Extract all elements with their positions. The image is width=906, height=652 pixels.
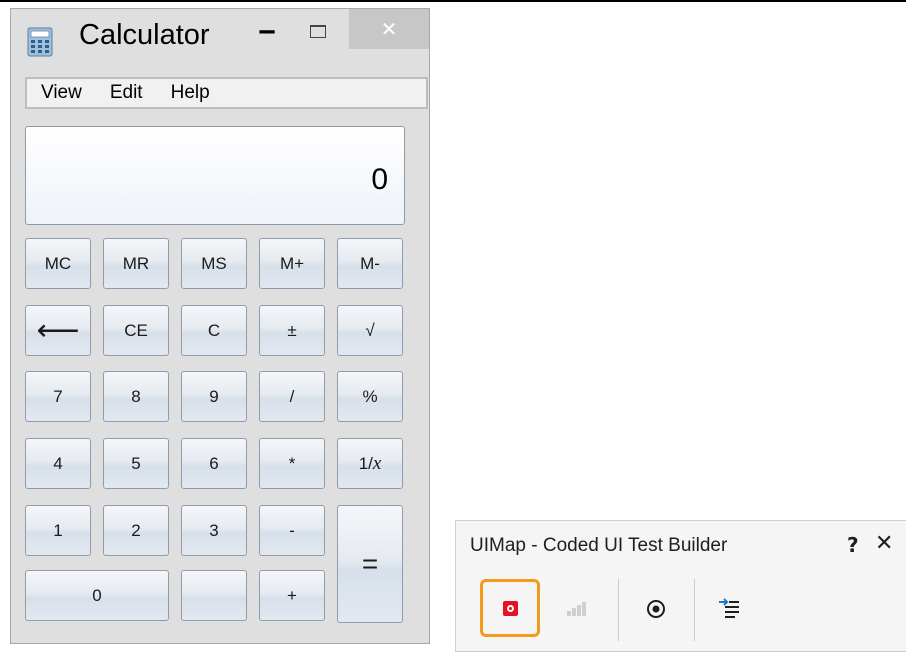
multiply-button[interactable]: * bbox=[259, 438, 325, 489]
menu-help[interactable]: Help bbox=[171, 82, 210, 104]
help-button[interactable]: ? bbox=[847, 533, 859, 557]
two-button[interactable]: 2 bbox=[103, 505, 169, 556]
title-bar: Calculator ‒ ✕ bbox=[11, 9, 429, 71]
reciprocal-button[interactable]: 1/x bbox=[337, 438, 403, 489]
window-title: Calculator bbox=[79, 19, 210, 51]
eight-button[interactable]: 8 bbox=[103, 371, 169, 422]
zero-button[interactable]: 0 bbox=[25, 570, 169, 621]
result-display: 0 bbox=[25, 126, 405, 225]
divide-button[interactable]: / bbox=[259, 371, 325, 422]
minimize-button[interactable]: ‒ bbox=[247, 9, 287, 53]
display-value: 0 bbox=[371, 163, 388, 196]
top-rule bbox=[0, 0, 906, 2]
maximize-button[interactable] bbox=[298, 9, 338, 53]
calculator-window: Calculator ‒ ✕ View Edit Help 0 MC MR MS… bbox=[10, 8, 430, 644]
six-button[interactable]: 6 bbox=[181, 438, 247, 489]
coded-ui-test-builder: UIMap - Coded UI Test Builder ? ✕ bbox=[455, 520, 906, 652]
four-button[interactable]: 4 bbox=[25, 438, 91, 489]
record-icon bbox=[502, 600, 518, 616]
toolbar-separator bbox=[618, 579, 619, 641]
mr-button[interactable]: MR bbox=[103, 238, 169, 289]
add-button[interactable]: + bbox=[259, 570, 325, 621]
generate-code-button[interactable] bbox=[701, 579, 757, 639]
toolbar-separator-2 bbox=[694, 579, 695, 641]
seven-button[interactable]: 7 bbox=[25, 371, 91, 422]
menu-bar: View Edit Help bbox=[25, 77, 428, 109]
backspace-button[interactable]: ⟵ bbox=[25, 305, 91, 356]
record-button[interactable] bbox=[480, 579, 540, 637]
plus-minus-button[interactable]: ± bbox=[259, 305, 325, 356]
crosshair-icon bbox=[647, 600, 665, 618]
subtract-button[interactable]: - bbox=[259, 505, 325, 556]
close-button[interactable]: ✕ bbox=[349, 9, 429, 49]
ce-button[interactable]: CE bbox=[103, 305, 169, 356]
pause-icon bbox=[567, 602, 586, 616]
builder-title: UIMap - Coded UI Test Builder bbox=[470, 535, 728, 556]
pause-button[interactable] bbox=[550, 579, 606, 639]
crosshair-button[interactable] bbox=[628, 579, 684, 639]
menu-edit[interactable]: Edit bbox=[110, 82, 143, 104]
maximize-icon bbox=[310, 24, 326, 38]
generate-code-icon bbox=[719, 598, 739, 618]
ms-button[interactable]: MS bbox=[181, 238, 247, 289]
reciprocal-prefix: 1/ bbox=[358, 453, 373, 473]
nine-button[interactable]: 9 bbox=[181, 371, 247, 422]
m-minus-button[interactable]: M- bbox=[337, 238, 403, 289]
percent-button[interactable]: % bbox=[337, 371, 403, 422]
builder-close-button[interactable]: ✕ bbox=[875, 531, 893, 556]
c-button[interactable]: C bbox=[181, 305, 247, 356]
one-button[interactable]: 1 bbox=[25, 505, 91, 556]
square-root-button[interactable]: √ bbox=[337, 305, 403, 356]
reciprocal-variable: x bbox=[372, 452, 382, 474]
mc-button[interactable]: MC bbox=[25, 238, 91, 289]
decimal-button[interactable] bbox=[181, 570, 247, 621]
calculator-app-icon bbox=[27, 27, 53, 57]
five-button[interactable]: 5 bbox=[103, 438, 169, 489]
three-button[interactable]: 3 bbox=[181, 505, 247, 556]
equals-button[interactable]: = bbox=[337, 505, 403, 623]
menu-view[interactable]: View bbox=[41, 82, 82, 104]
m-plus-button[interactable]: M+ bbox=[259, 238, 325, 289]
